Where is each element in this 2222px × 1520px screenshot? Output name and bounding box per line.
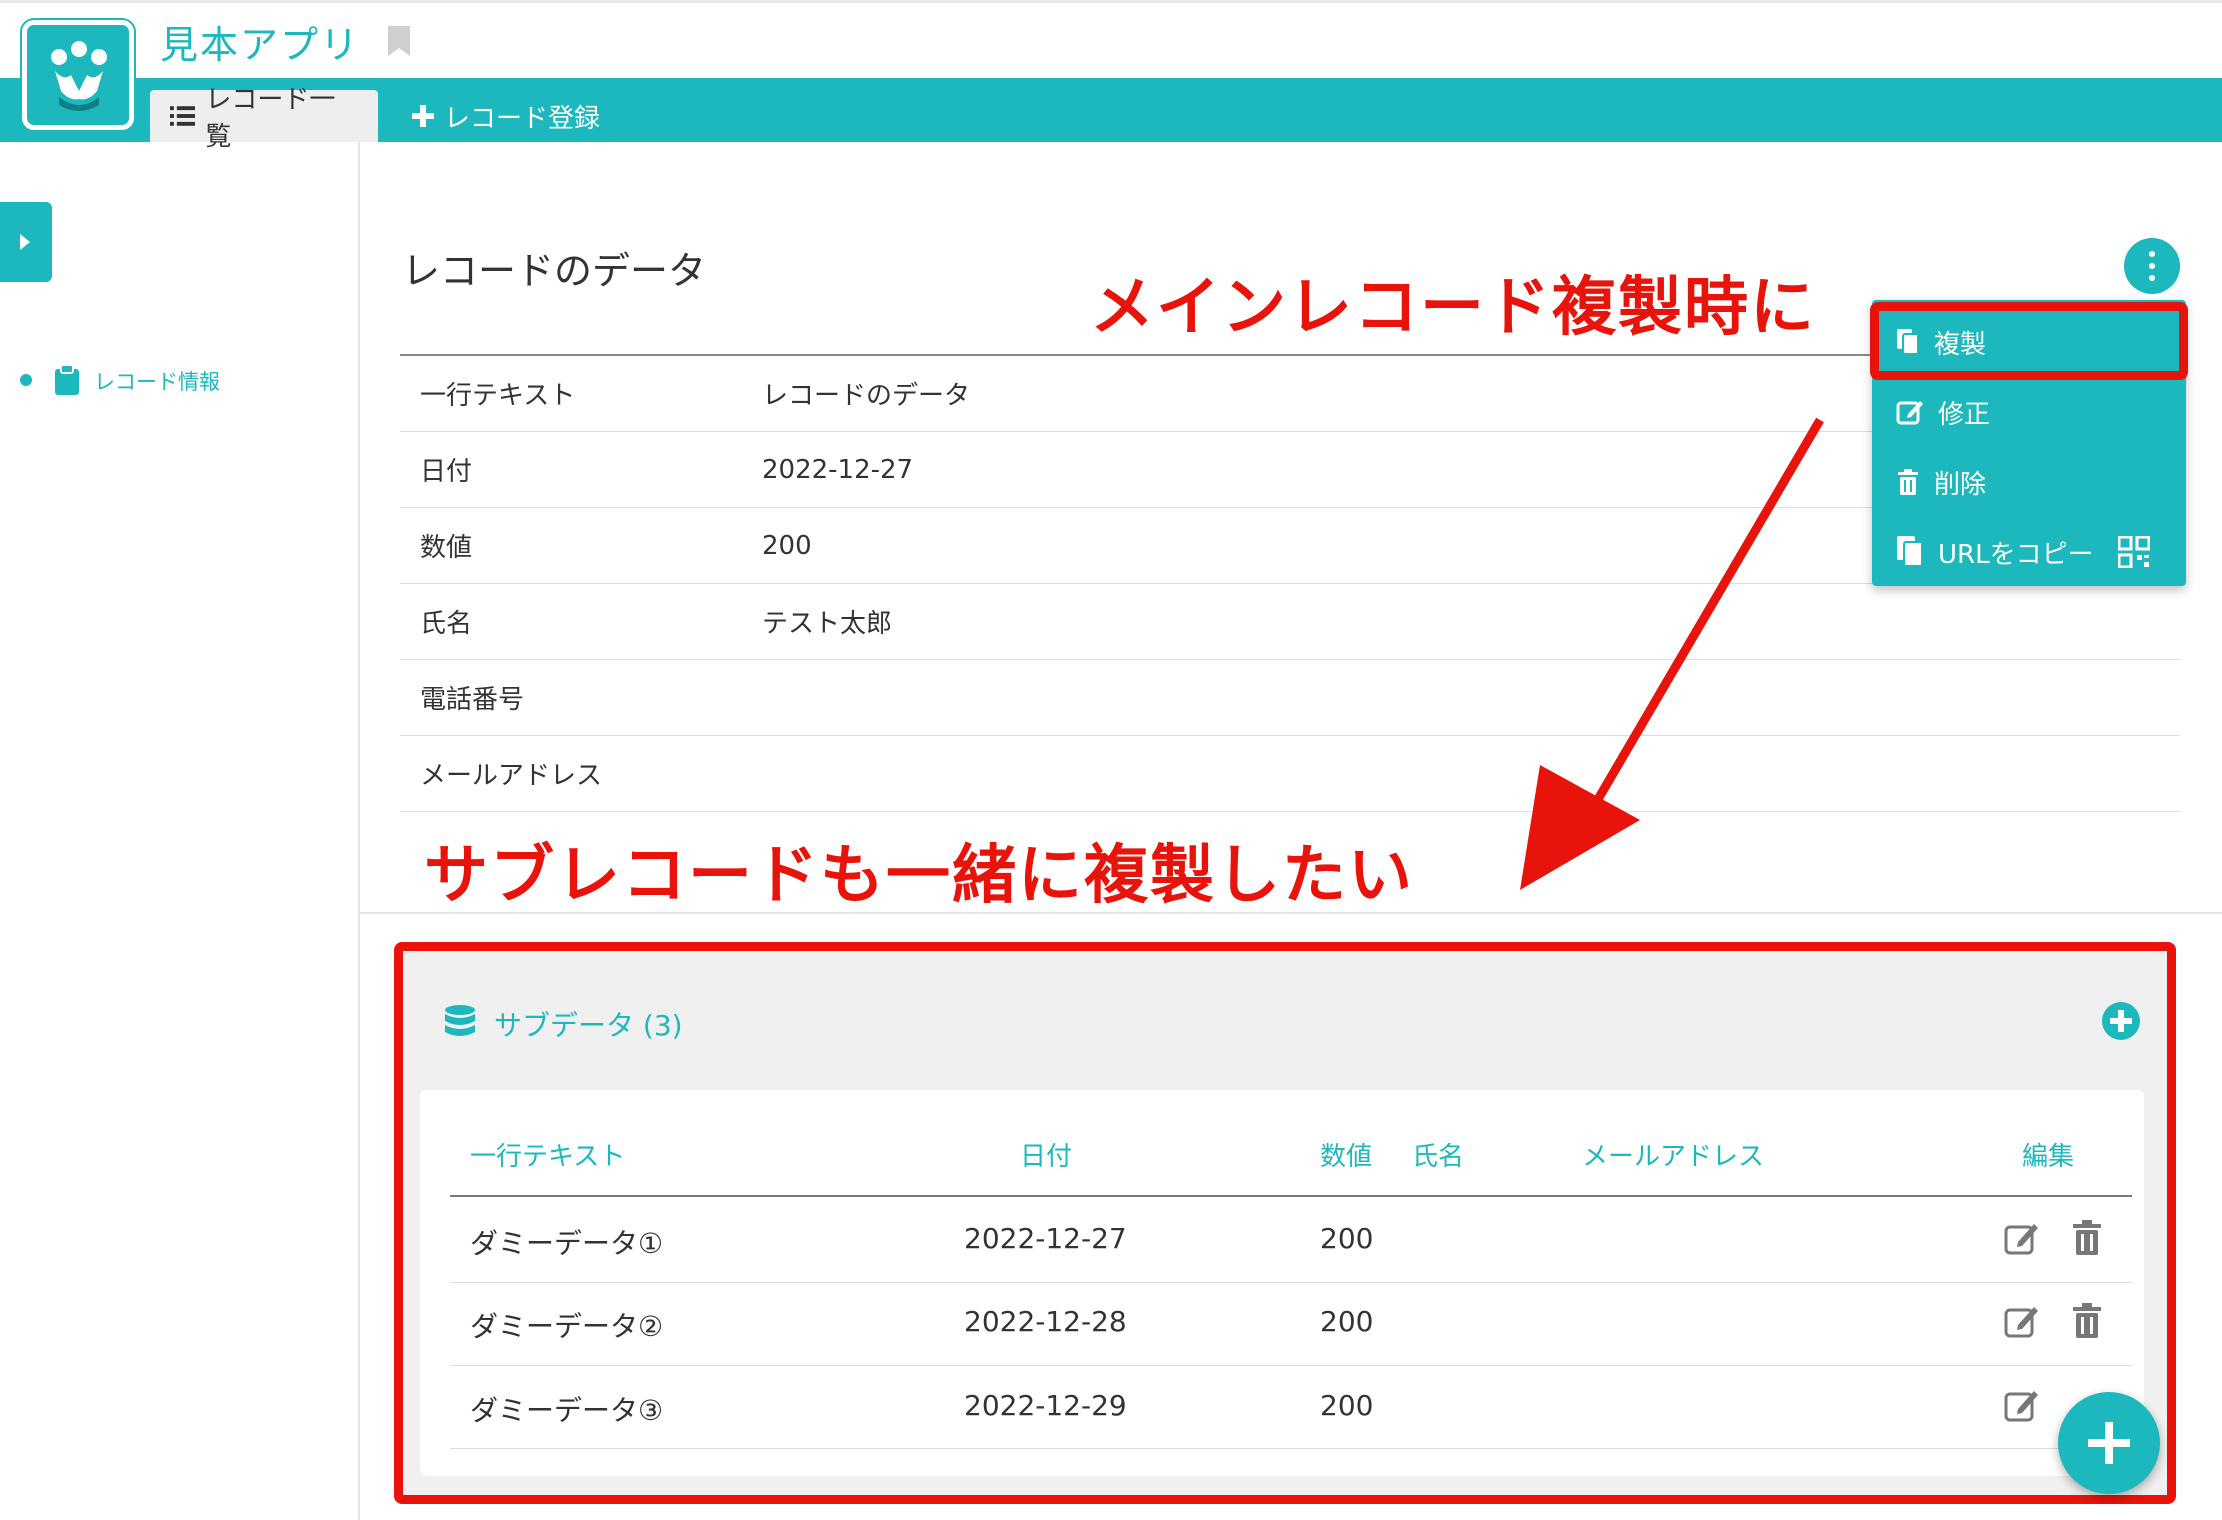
field-value: レコードのデータ	[762, 381, 971, 411]
kebab-dot	[2149, 275, 2155, 281]
annotation-arrow	[1520, 417, 1824, 890]
annotation-highlight-duplicate	[1870, 302, 2188, 380]
kebab-dot	[2149, 263, 2155, 269]
menu-item-delete[interactable]: 削除	[1872, 452, 2186, 512]
menu-item-copy-url[interactable]: URLをコピー	[1872, 522, 2186, 582]
plus-icon	[412, 105, 434, 127]
field-label: 数値	[420, 533, 473, 563]
field-label: 日付	[420, 457, 473, 487]
field-label: 一行テキスト	[420, 381, 576, 411]
top-border	[0, 0, 2222, 3]
record-title: レコードのデータ	[402, 249, 707, 293]
add-record-fab[interactable]	[2058, 1392, 2160, 1494]
field-label: 氏名	[420, 609, 473, 639]
nav-bullet	[20, 374, 32, 386]
app-logo[interactable]	[22, 20, 134, 130]
field-row: メールアドレス	[400, 736, 2180, 812]
chevron-right-icon	[20, 234, 30, 250]
annotation-highlight-subdata	[394, 942, 2176, 1504]
app-window: 見本アプリ レコード一覧 レコード登録 レコード情報 レコードのデータ 一行テキ…	[0, 0, 2222, 1520]
edit-icon	[1896, 401, 1923, 425]
field-value: 200	[762, 530, 812, 561]
app-title: 見本アプリ	[160, 23, 361, 67]
annotation-text-bottom: サブレコードも一緒に複製したい	[424, 839, 1414, 913]
tab-record-list[interactable]: レコード一覧	[150, 85, 378, 152]
bookmark-icon[interactable]	[386, 24, 412, 58]
sidebar-toggle-button[interactable]	[0, 202, 52, 282]
list-icon	[170, 106, 196, 126]
field-row: 氏名 テスト太郎	[400, 584, 2180, 660]
kebab-dot	[2149, 251, 2155, 257]
field-row: 電話番号	[400, 660, 2180, 736]
tab-label: レコード登録	[444, 103, 601, 134]
tab-label: レコード一覧	[205, 85, 336, 152]
plus-icon-bar	[2088, 1439, 2130, 1447]
sidebar-divider	[358, 142, 360, 1520]
menu-item-edit[interactable]: 修正	[1872, 382, 2186, 442]
field-value: 2022-12-27	[762, 454, 914, 485]
logo-icon	[51, 41, 107, 111]
clipboard-icon	[55, 364, 79, 395]
qr-code-icon	[2117, 536, 2150, 568]
field-value: テスト太郎	[762, 609, 893, 639]
field-label: 電話番号	[420, 685, 525, 715]
sidebar-item-record-info[interactable]: レコード情報	[94, 366, 220, 396]
menu-label: URLをコピー	[1938, 539, 2094, 570]
menu-label: 削除	[1934, 469, 1987, 500]
field-label: メールアドレス	[420, 761, 603, 791]
more-options-button[interactable]	[2124, 238, 2180, 294]
trash-icon	[1898, 469, 1918, 495]
menu-label: 修正	[1938, 399, 1991, 430]
copy-icon	[1897, 536, 1923, 567]
annotation-text-top: メインレコード複製時に	[1090, 271, 1816, 345]
tab-record-register[interactable]: レコード登録	[392, 90, 620, 142]
